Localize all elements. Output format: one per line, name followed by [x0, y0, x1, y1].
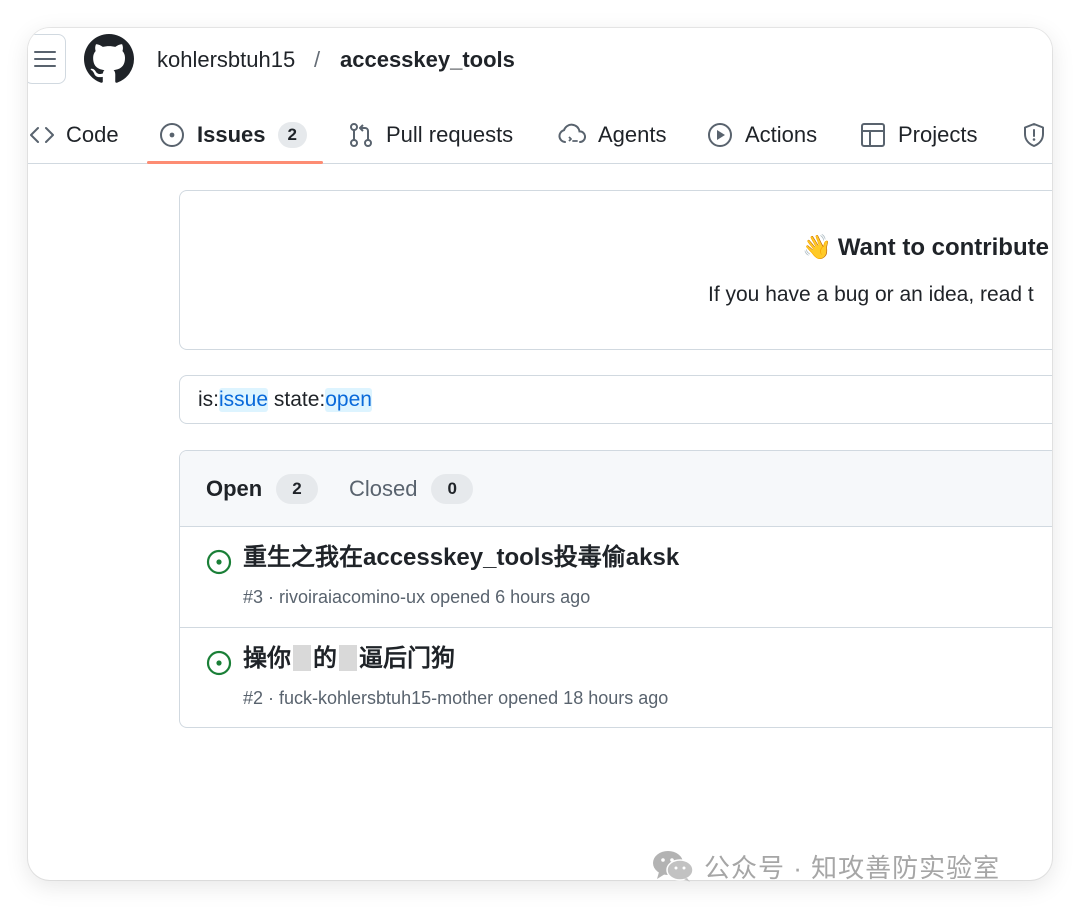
open-label: Open — [206, 476, 263, 501]
watermark-text: 公众号 · 知攻善防实验室 — [704, 852, 1001, 883]
issue-meta: #3 · rivoiraiacomino-ux opened 6 hours a… — [243, 587, 591, 607]
global-menu-button[interactable] — [28, 34, 66, 84]
search-token-key: state: — [273, 387, 326, 411]
play-icon — [708, 123, 732, 147]
issue-title-part: 逼后门狗 — [359, 645, 455, 672]
github-logo-icon[interactable] — [84, 34, 134, 84]
tab-actions-label: Actions — [745, 122, 818, 147]
table-icon — [861, 123, 885, 147]
contribute-title-text: Want to contribute — [837, 233, 1049, 261]
tab-issues-label: Issues — [197, 122, 266, 147]
agents-icon — [558, 123, 586, 143]
search-token-value: open — [325, 387, 372, 412]
browser-frame: kohlersbtuh15 / accesskey_tools Code Iss… — [28, 28, 1052, 880]
closed-issues-filter[interactable]: Closed 0 — [349, 473, 473, 505]
tab-security[interactable] — [1022, 106, 1046, 164]
tab-agents[interactable]: Agents — [558, 106, 667, 164]
breadcrumb-separator: / — [314, 47, 321, 72]
issue-opened-icon — [160, 123, 184, 147]
tab-code-label: Code — [66, 122, 119, 147]
git-pull-request-icon — [350, 123, 372, 147]
contribute-banner: 👋 Want to contribute If you have a bug o… — [179, 190, 1052, 350]
hamburger-icon — [34, 51, 56, 67]
issue-title-link[interactable]: 操你的逼后门狗 — [243, 642, 455, 676]
tab-pull-requests[interactable]: Pull requests — [348, 106, 513, 164]
search-token-value: issue — [219, 387, 269, 412]
search-token-key: is: — [198, 387, 219, 411]
waving-hand-icon: 👋 — [802, 234, 832, 261]
redaction-block — [339, 645, 357, 671]
repo-header: kohlersbtuh15 / accesskey_tools Code Iss… — [28, 28, 1052, 164]
closed-label: Closed — [349, 476, 418, 501]
issue-title-part: 操你 — [243, 645, 291, 672]
open-count-badge: 2 — [276, 474, 318, 504]
tab-projects[interactable]: Projects — [860, 106, 977, 164]
issue-opened-icon — [206, 549, 232, 575]
tab-actions[interactable]: Actions — [707, 106, 817, 164]
issue-title-part: 的 — [313, 645, 337, 672]
selected-tab-underline — [147, 161, 323, 164]
repo-owner-link[interactable]: kohlersbtuh15 — [157, 46, 295, 74]
repo-nav-tabs: Code Issues 2 Pull requests Agents Actio… — [28, 106, 1052, 164]
tab-agents-label: Agents — [598, 122, 667, 147]
contribute-title: 👋 Want to contribute — [802, 233, 1049, 262]
wechat-icon — [653, 851, 694, 882]
issues-list: Open 2 Closed 0 重生之我在accesskey_tools投毒偷a… — [179, 450, 1052, 728]
tab-pull-requests-label: Pull requests — [386, 122, 514, 147]
issue-title-link[interactable]: 重生之我在accesskey_tools投毒偷aksk — [243, 541, 679, 575]
watermark: 公众号 · 知攻善防实验室 — [652, 848, 1000, 884]
repo-name-link[interactable]: accesskey_tools — [340, 46, 515, 74]
open-issues-filter[interactable]: Open 2 — [206, 473, 318, 505]
issue-row[interactable]: 重生之我在accesskey_tools投毒偷aksk #3 · rivoira… — [180, 527, 1052, 628]
redaction-block — [293, 645, 311, 671]
contribute-text: If you have a bug or an idea, read t — [708, 283, 1034, 306]
issue-meta: #2 · fuck-kohlersbtuh15-mother opened 18… — [243, 688, 669, 708]
shield-icon — [1024, 123, 1044, 147]
closed-count-badge: 0 — [431, 474, 473, 504]
tab-issues[interactable]: Issues 2 — [159, 106, 307, 164]
issues-list-header: Open 2 Closed 0 — [180, 451, 1052, 527]
tab-code[interactable]: Code — [30, 106, 119, 164]
issues-search-input[interactable]: is: issue state: open — [179, 375, 1052, 424]
issue-opened-icon — [206, 650, 232, 676]
issues-count-badge: 2 — [277, 122, 307, 148]
tab-projects-label: Projects — [898, 122, 978, 147]
issue-row[interactable]: 操你的逼后门狗 #2 · fuck-kohlersbtuh15-mother o… — [180, 628, 1052, 727]
code-icon — [30, 127, 54, 143]
